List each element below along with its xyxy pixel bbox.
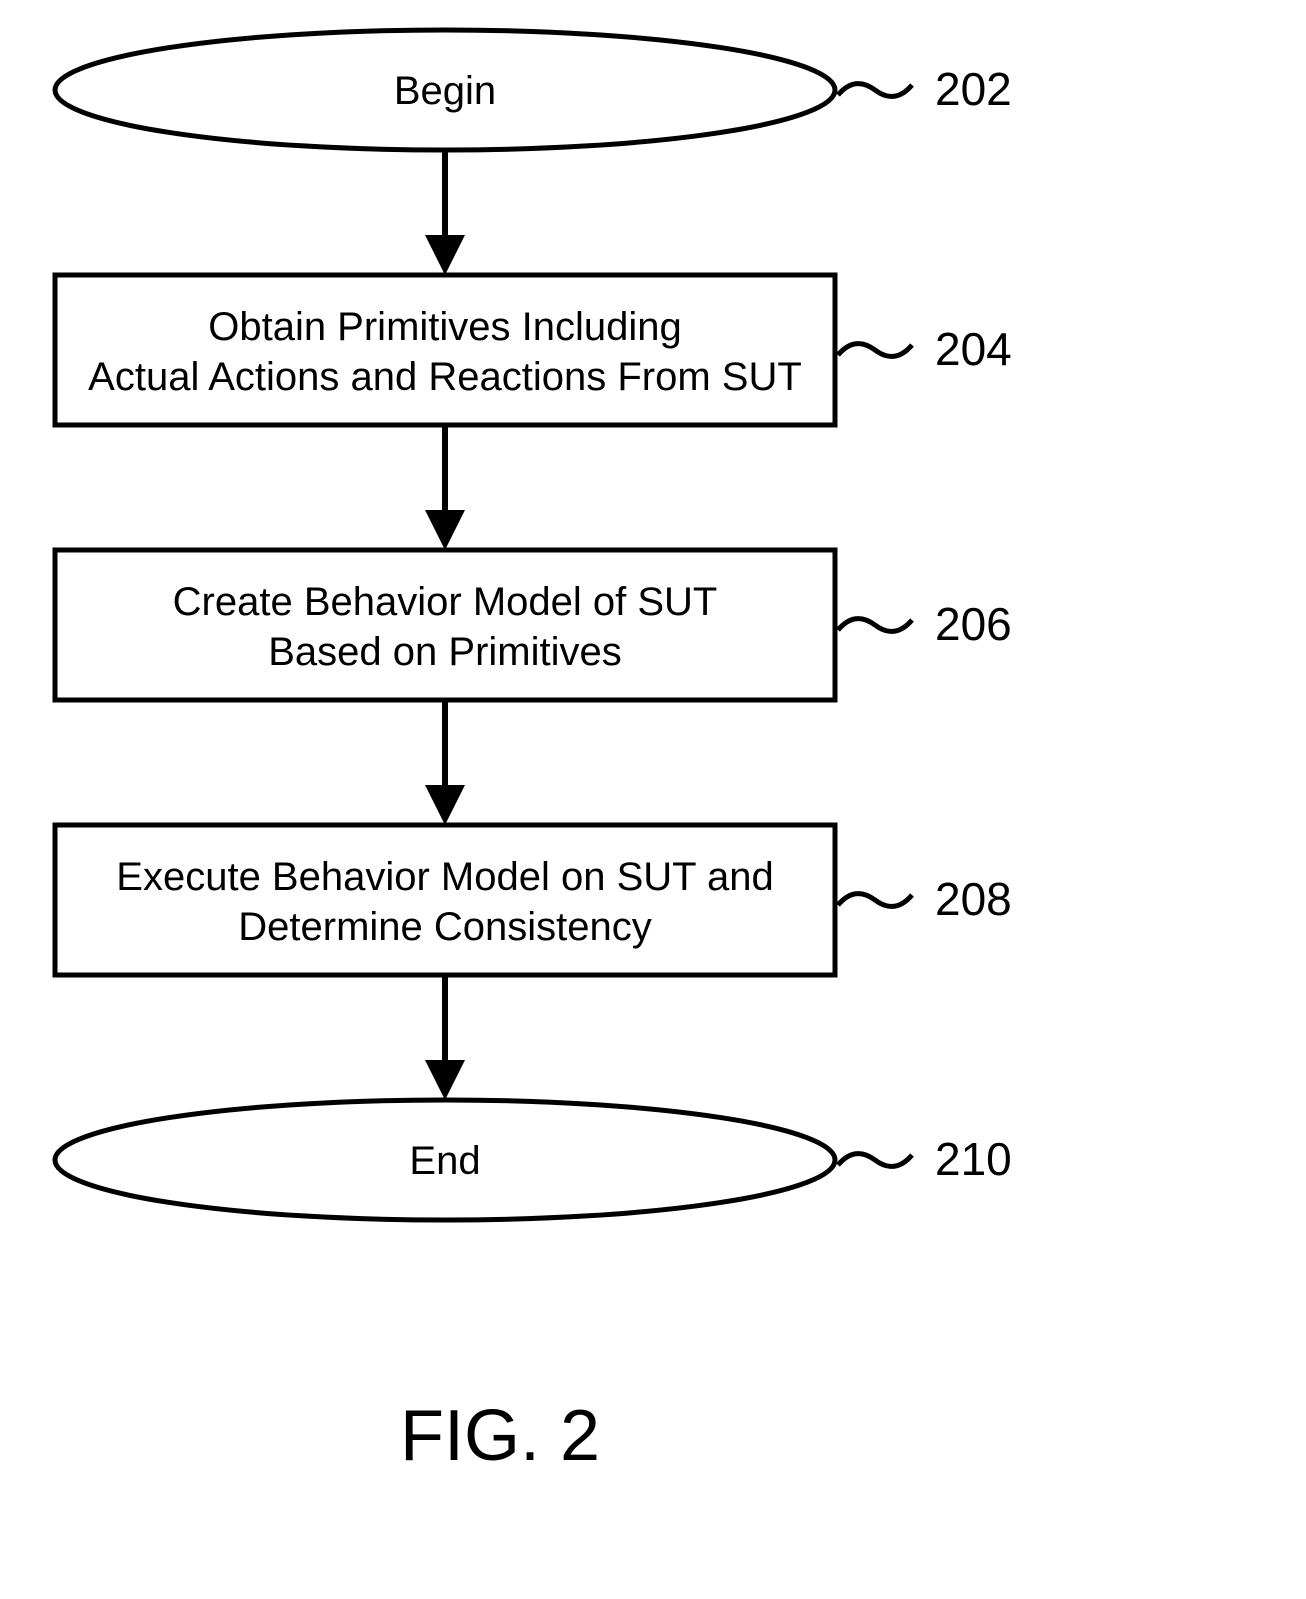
- execute-line1: Execute Behavior Model on SUT and: [116, 855, 773, 899]
- ref-210: 210: [935, 1133, 1012, 1185]
- arrow-4-head: [425, 1060, 465, 1100]
- create-line1: Create Behavior Model of SUT: [173, 580, 718, 624]
- ref-206: 206: [935, 598, 1012, 650]
- tilde-206: [838, 619, 912, 632]
- tilde-204: [838, 344, 912, 357]
- execute-line2: Determine Consistency: [238, 905, 652, 949]
- obtain-line1: Obtain Primitives Including: [208, 305, 682, 349]
- ref-202: 202: [935, 63, 1012, 115]
- obtain-line2: Actual Actions and Reactions From SUT: [88, 355, 802, 399]
- arrow-1-head: [425, 235, 465, 275]
- ref-208: 208: [935, 873, 1012, 925]
- end-label: End: [409, 1139, 480, 1183]
- obtain-process: [55, 275, 835, 425]
- tilde-202: [838, 84, 912, 97]
- ref-204: 204: [935, 323, 1012, 375]
- arrow-2-head: [425, 510, 465, 550]
- tilde-208: [838, 894, 912, 907]
- create-line2: Based on Primitives: [268, 630, 621, 674]
- execute-process: [55, 825, 835, 975]
- begin-label: Begin: [394, 69, 496, 113]
- tilde-210: [838, 1154, 912, 1167]
- flowchart-figure: Begin Obtain Primitives Including Actual…: [0, 0, 1306, 1599]
- arrow-3-head: [425, 785, 465, 825]
- create-process: [55, 550, 835, 700]
- figure-caption: FIG. 2: [400, 1396, 600, 1476]
